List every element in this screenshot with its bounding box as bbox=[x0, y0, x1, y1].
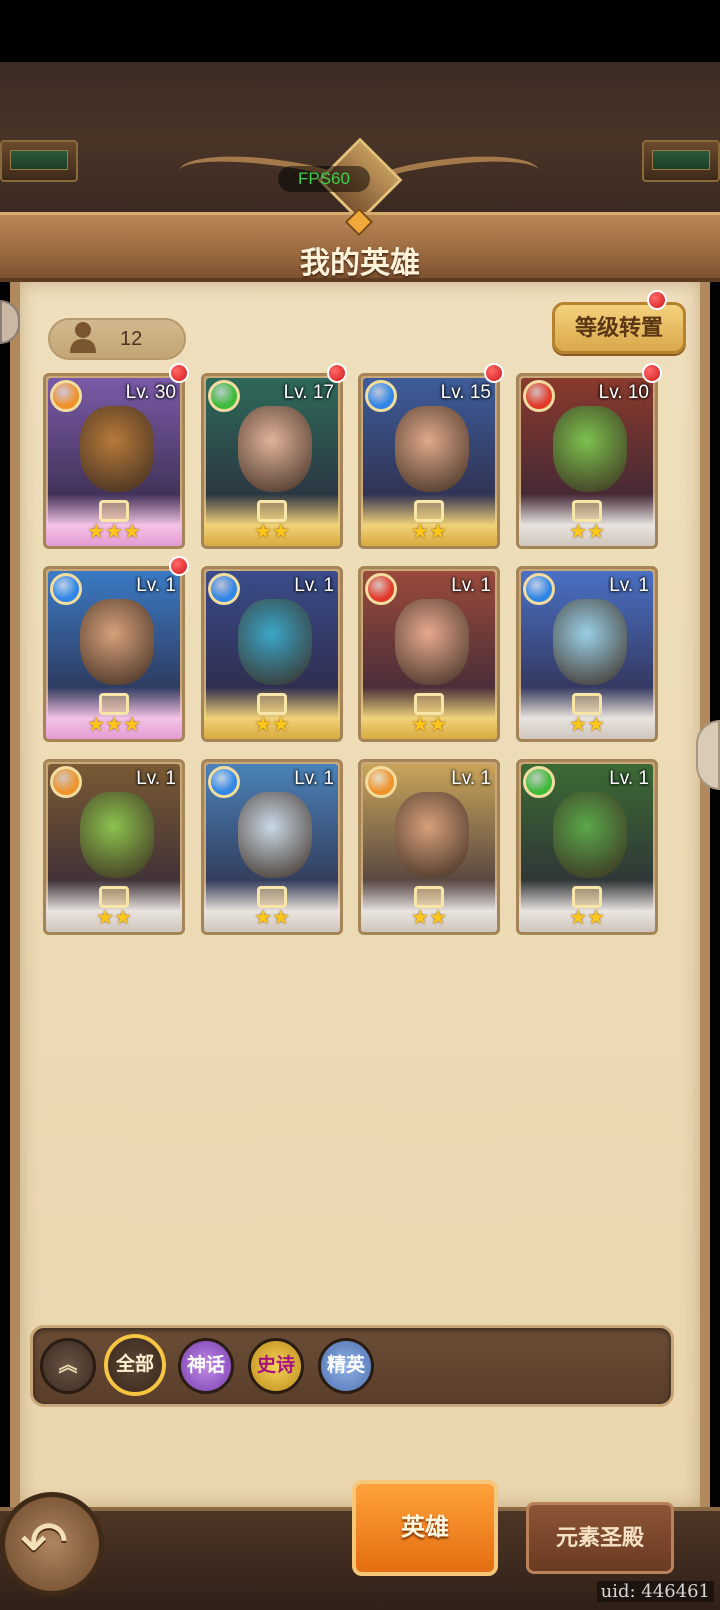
tab-element-temple[interactable]: 元素圣殿 bbox=[526, 1502, 674, 1574]
hero-level: Lv. 1 bbox=[609, 768, 649, 789]
water-element-icon bbox=[208, 573, 240, 605]
hero-notification-dot bbox=[327, 363, 347, 383]
hero-card[interactable]: Lv. 17 ★★ bbox=[201, 373, 343, 549]
hero-notification-dot bbox=[642, 363, 662, 383]
hero-level: Lv. 1 bbox=[451, 768, 491, 789]
hero-face bbox=[238, 599, 312, 685]
hero-card[interactable]: Lv. 1 ★★ bbox=[201, 566, 343, 742]
hero-level: Lv. 1 bbox=[451, 575, 491, 596]
hero-face bbox=[80, 792, 154, 878]
hero-stars: ★★ bbox=[411, 714, 447, 736]
earth-element-icon bbox=[50, 380, 82, 412]
hero-card[interactable]: Lv. 1 ★★ bbox=[358, 566, 500, 742]
hero-stars: ★★★ bbox=[87, 521, 141, 543]
hero-face bbox=[395, 792, 469, 878]
hero-notification-dot bbox=[169, 363, 189, 383]
wind-element-icon bbox=[208, 380, 240, 412]
hero-card[interactable]: Lv. 1 ★★★ bbox=[43, 566, 185, 742]
hero-level: Lv. 1 bbox=[136, 575, 176, 596]
hero-card[interactable]: Lv. 10 ★★ bbox=[516, 373, 658, 549]
filter-mythic-button[interactable]: 神话 bbox=[178, 1338, 234, 1394]
fps-counter: FPS60 bbox=[278, 166, 370, 192]
hero-level: Lv. 1 bbox=[294, 768, 334, 789]
left-pillar-ornament bbox=[0, 140, 78, 182]
hero-count: 12 bbox=[120, 328, 143, 350]
hero-face bbox=[395, 406, 469, 492]
hero-stars: ★★ bbox=[411, 521, 447, 543]
level-transfer-button[interactable]: 等级转置 bbox=[552, 302, 686, 354]
hero-card[interactable]: Lv. 1 ★★ bbox=[43, 759, 185, 935]
fire-element-icon bbox=[523, 380, 555, 412]
page-title: 我的英雄 bbox=[300, 247, 420, 280]
right-side-tab[interactable] bbox=[696, 720, 720, 790]
earth-element-icon bbox=[365, 766, 397, 798]
water-element-icon bbox=[50, 573, 82, 605]
water-element-icon bbox=[208, 766, 240, 798]
hero-stars: ★★ bbox=[569, 521, 605, 543]
hero-card[interactable]: Lv. 1 ★★ bbox=[201, 759, 343, 935]
hero-face bbox=[238, 406, 312, 492]
hero-level: Lv. 17 bbox=[283, 382, 334, 403]
hero-stars: ★★ bbox=[254, 907, 290, 929]
filter-all-button[interactable]: 全部 bbox=[104, 1334, 166, 1396]
hero-stars: ★★ bbox=[569, 907, 605, 929]
hero-stars: ★★ bbox=[96, 907, 132, 929]
water-element-icon bbox=[523, 573, 555, 605]
hero-face bbox=[80, 599, 154, 685]
hero-face bbox=[553, 792, 627, 878]
hero-face bbox=[395, 599, 469, 685]
water-element-icon bbox=[365, 380, 397, 412]
hero-card[interactable]: Lv. 30 ★★★ bbox=[43, 373, 185, 549]
level-transfer-notification-dot bbox=[647, 290, 667, 310]
hero-stars: ★★ bbox=[254, 521, 290, 543]
earth-element-icon bbox=[50, 766, 82, 798]
hero-stars: ★★★ bbox=[87, 714, 141, 736]
hero-level: Lv. 30 bbox=[125, 382, 176, 403]
hero-card[interactable]: Lv. 15 ★★ bbox=[358, 373, 500, 549]
hero-face bbox=[238, 792, 312, 878]
hero-card[interactable]: Lv. 1 ★★ bbox=[516, 759, 658, 935]
hero-card[interactable]: Lv. 1 ★★ bbox=[516, 566, 658, 742]
hero-face bbox=[553, 599, 627, 685]
fire-element-icon bbox=[365, 573, 397, 605]
system-status-bar bbox=[0, 0, 720, 62]
hero-face bbox=[80, 406, 154, 492]
hero-stars: ★★ bbox=[569, 714, 605, 736]
hero-level: Lv. 1 bbox=[609, 575, 649, 596]
hero-notification-dot bbox=[484, 363, 504, 383]
wind-element-icon bbox=[523, 766, 555, 798]
user-id-label: uid: 446461 bbox=[596, 1581, 714, 1602]
hero-face bbox=[553, 406, 627, 492]
right-pillar-ornament bbox=[642, 140, 720, 182]
back-arrow-icon: ↶ bbox=[20, 1510, 69, 1575]
hero-level: Lv. 10 bbox=[598, 382, 649, 403]
filter-elite-button[interactable]: 精英 bbox=[318, 1338, 374, 1394]
hero-notification-dot bbox=[169, 556, 189, 576]
hero-stars: ★★ bbox=[411, 907, 447, 929]
hero-stars: ★★ bbox=[254, 714, 290, 736]
tab-heroes[interactable]: 英雄 bbox=[352, 1480, 498, 1576]
hero-card[interactable]: Lv. 1 ★★ bbox=[358, 759, 500, 935]
filter-epic-button[interactable]: 史诗 bbox=[248, 1338, 304, 1394]
user-icon bbox=[70, 322, 96, 353]
hero-level: Lv. 1 bbox=[136, 768, 176, 789]
hero-level: Lv. 15 bbox=[440, 382, 491, 403]
hero-level: Lv. 1 bbox=[294, 575, 334, 596]
collapse-chevron-up-icon[interactable]: ︽ bbox=[40, 1338, 96, 1394]
